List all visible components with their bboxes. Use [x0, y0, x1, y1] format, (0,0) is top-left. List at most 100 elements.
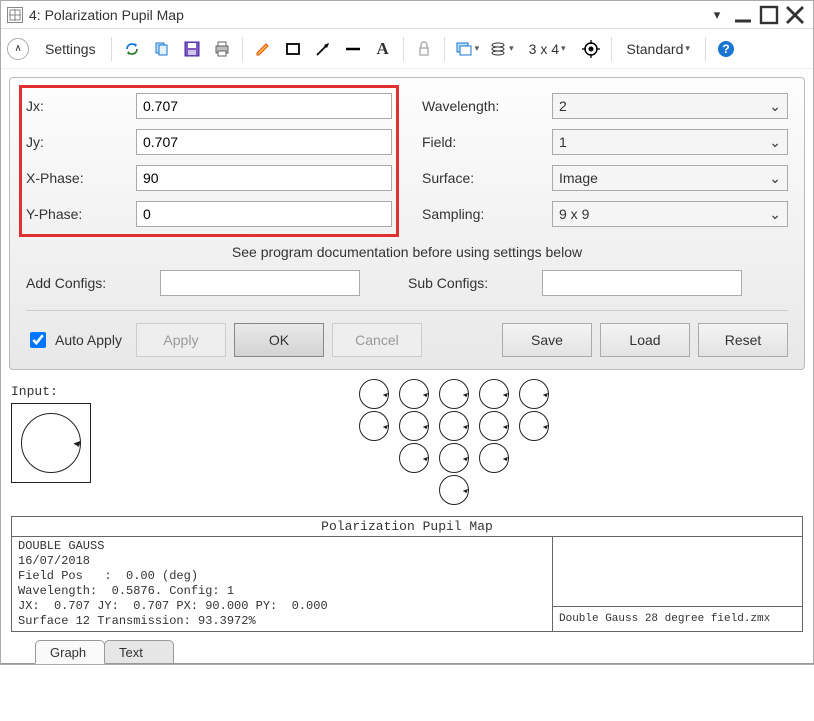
field-select[interactable]: 1⌄ [552, 129, 788, 155]
xphase-input[interactable] [136, 165, 392, 191]
pupil-row [356, 378, 552, 410]
yphase-input[interactable] [136, 201, 392, 227]
pupil-ellipse [399, 379, 429, 409]
collapse-settings-button[interactable]: ∧ [7, 38, 29, 60]
print-icon[interactable] [209, 35, 235, 63]
separator [242, 37, 243, 61]
wavelength-select[interactable]: 2⌄ [552, 93, 788, 119]
grid-size-button[interactable]: 3 x 4▾ [521, 35, 574, 63]
svg-text:?: ? [722, 42, 729, 56]
chevron-down-icon: ⌄ [769, 134, 781, 151]
dropdown-button[interactable]: ▾ [705, 5, 729, 25]
surface-label: Surface: [422, 170, 552, 186]
help-icon[interactable]: ? [713, 35, 739, 63]
report-right: Double Gauss 28 degree field.zmx [552, 537, 802, 631]
ok-button[interactable]: OK [234, 323, 324, 357]
reset-button[interactable]: Reset [698, 323, 788, 357]
settings-right-column: Wavelength: 2⌄ Field: 1⌄ Surface: Image⌄… [422, 92, 788, 240]
pupil-ellipse [399, 443, 429, 473]
input-ellipse [21, 413, 81, 473]
input-label: Input: [11, 384, 91, 399]
field-label: Field: [422, 134, 552, 150]
pupil-ellipse [359, 411, 389, 441]
xphase-label: X-Phase: [26, 170, 136, 186]
auto-apply-checkbox[interactable]: Auto Apply [26, 329, 122, 351]
pupil-ellipse [439, 379, 469, 409]
separator [403, 37, 404, 61]
refresh-icon[interactable] [119, 35, 145, 63]
toolbar: ∧ Settings A [1, 29, 813, 69]
text-icon[interactable]: A [370, 35, 396, 63]
jy-label: Jy: [26, 134, 136, 150]
pupil-ellipse [359, 379, 389, 409]
report-title: Polarization Pupil Map [12, 517, 802, 537]
separator [444, 37, 445, 61]
copy-icon[interactable] [149, 35, 175, 63]
highlight-box: Jx: Jy: X-Phase: Y-Phase: [19, 85, 399, 237]
separator [611, 37, 612, 61]
app-icon [7, 7, 23, 23]
window-split-icon[interactable]: ▾ [452, 35, 483, 63]
pupil-area: Input: [1, 378, 813, 516]
wavelength-label: Wavelength: [422, 98, 552, 114]
layers-icon[interactable]: ▾ [486, 35, 517, 63]
pupil-grid [105, 378, 803, 506]
close-button[interactable] [783, 5, 807, 25]
settings-left-column: Jx: Jy: X-Phase: Y-Phase: [26, 92, 392, 240]
load-button[interactable]: Load [600, 323, 690, 357]
sampling-label: Sampling: [422, 206, 552, 222]
report-filename: Double Gauss 28 degree field.zmx [553, 607, 802, 631]
pupil-row [396, 442, 512, 474]
auto-apply-input[interactable] [30, 332, 46, 348]
line-icon[interactable] [340, 35, 366, 63]
chevron-down-icon: ⌄ [769, 170, 781, 187]
yphase-label: Y-Phase: [26, 206, 136, 222]
separator [705, 37, 706, 61]
tab-graph[interactable]: Graph [35, 640, 105, 664]
add-configs-label: Add Configs: [26, 275, 146, 291]
chevron-down-icon: ⌄ [769, 206, 781, 223]
target-icon[interactable] [578, 35, 604, 63]
settings-panel: Jx: Jy: X-Phase: Y-Phase: [9, 77, 805, 370]
save-button[interactable]: Save [502, 323, 592, 357]
save-icon[interactable] [179, 35, 205, 63]
pupil-ellipse [439, 443, 469, 473]
pupil-ellipse [519, 379, 549, 409]
jy-input[interactable] [136, 129, 392, 155]
input-polarization-box [11, 403, 91, 483]
sampling-select[interactable]: 9 x 9⌄ [552, 201, 788, 227]
minimize-button[interactable] [731, 5, 755, 25]
jx-input[interactable] [136, 93, 392, 119]
pupil-ellipse [519, 411, 549, 441]
chevron-down-icon: ⌄ [769, 98, 781, 115]
titlebar: 4: Polarization Pupil Map ▾ [1, 1, 813, 29]
maximize-button[interactable] [757, 5, 781, 25]
add-configs-input[interactable] [160, 270, 360, 296]
pupil-ellipse [479, 443, 509, 473]
sub-configs-label: Sub Configs: [408, 275, 528, 291]
pupil-row [356, 410, 552, 442]
standard-button[interactable]: Standard▾ [619, 35, 698, 63]
pupil-ellipse [479, 379, 509, 409]
tab-text[interactable]: Text [104, 640, 174, 664]
report-panel: Polarization Pupil Map DOUBLE GAUSS 16/0… [11, 516, 803, 632]
sub-configs-input[interactable] [542, 270, 742, 296]
window: 4: Polarization Pupil Map ▾ ∧ Settings [0, 0, 814, 665]
jx-label: Jx: [26, 98, 136, 114]
input-block: Input: [11, 384, 91, 506]
surface-select[interactable]: Image⌄ [552, 165, 788, 191]
lock-icon[interactable] [411, 35, 437, 63]
report-body: DOUBLE GAUSS 16/07/2018 Field Pos : 0.00… [12, 537, 552, 631]
content: Jx: Jy: X-Phase: Y-Phase: [1, 69, 813, 378]
pupil-ellipse [439, 475, 469, 505]
rectangle-icon[interactable] [280, 35, 306, 63]
pupil-ellipse [439, 411, 469, 441]
window-title: 4: Polarization Pupil Map [29, 7, 703, 23]
settings-button[interactable]: Settings [37, 35, 104, 63]
pencil-icon[interactable] [250, 35, 276, 63]
arrow-icon[interactable] [310, 35, 336, 63]
cancel-button: Cancel [332, 323, 422, 357]
divider [26, 310, 788, 311]
separator [111, 37, 112, 61]
pupil-ellipse [479, 411, 509, 441]
